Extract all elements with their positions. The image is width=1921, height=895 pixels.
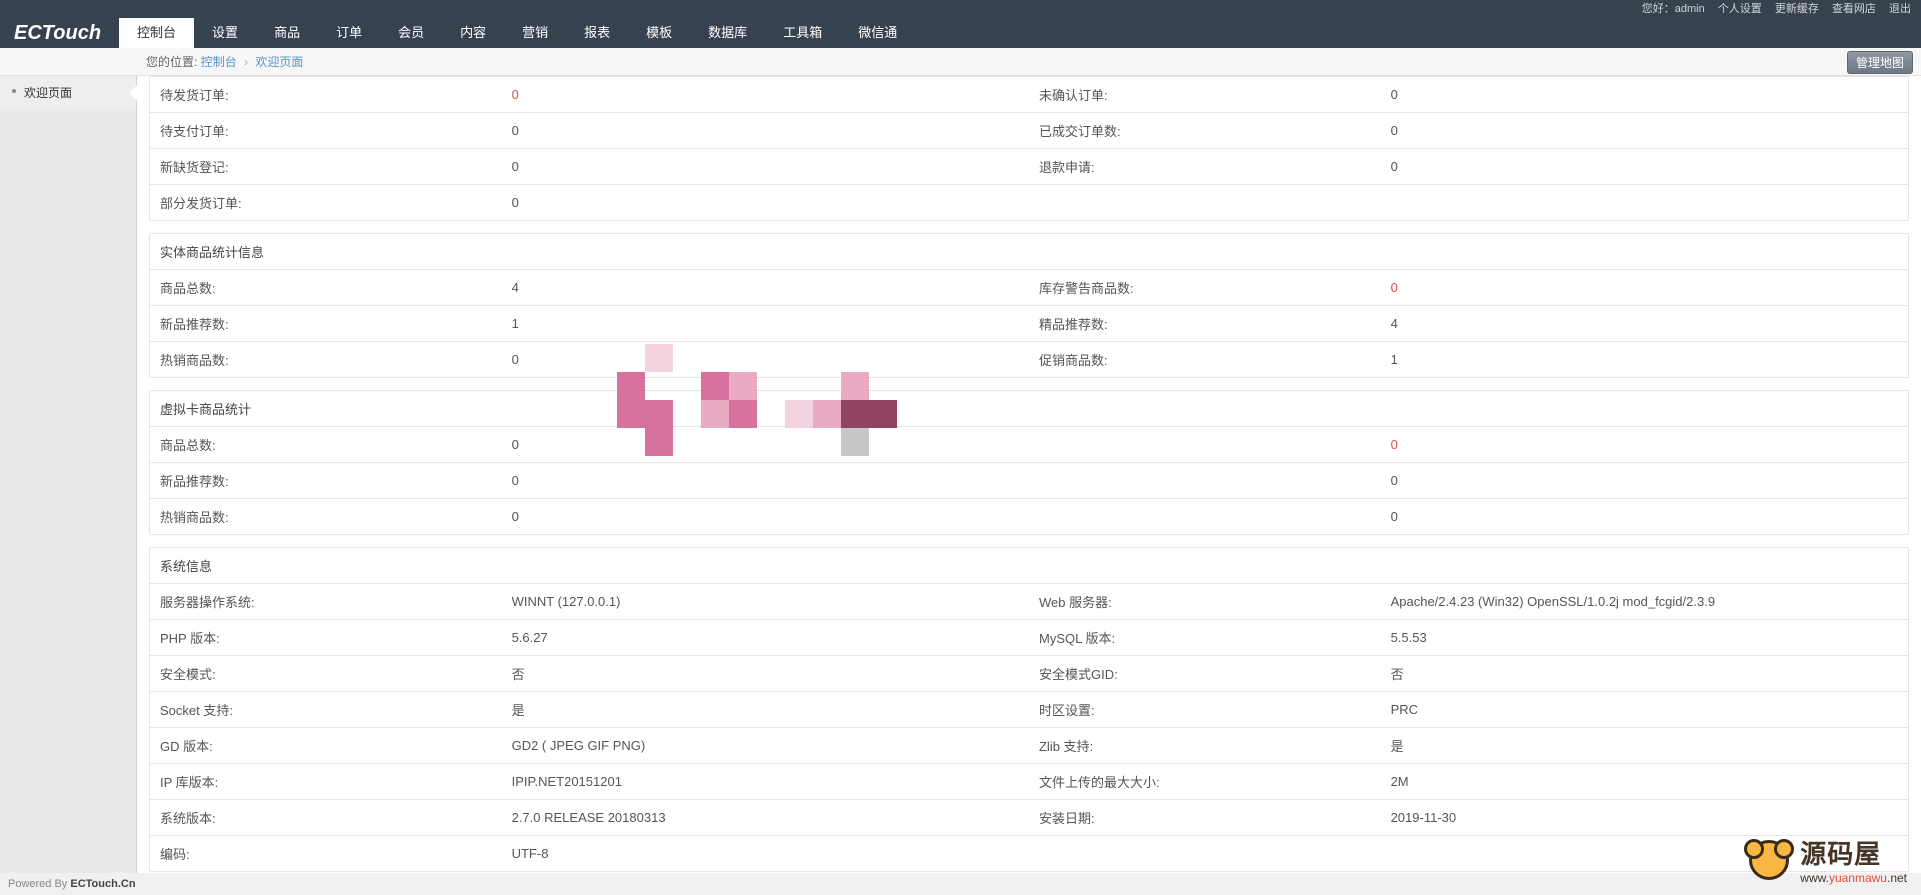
table-row: 新品推荐数: 0 0 (150, 463, 1908, 499)
link-profile[interactable]: 个人设置 (1718, 3, 1762, 15)
top-utility-bar: 您好：admin 个人设置 更新缓存 查看网店 退出 (0, 0, 1921, 18)
tab-goods[interactable]: 商品 (256, 18, 318, 48)
tab-marketing[interactable]: 营销 (504, 18, 566, 48)
breadcrumb-prefix: 您的位置: (146, 55, 197, 69)
sidebar: 欢迎页面 (0, 76, 137, 873)
virtual-panel: 虚拟卡商品统计 商品总数: 0 0 新品推荐数: 0 0 热销商品数: 0 (149, 390, 1909, 535)
link-logout[interactable]: 退出 (1889, 3, 1911, 15)
cell-label: 未确认订单: (1029, 77, 1381, 113)
table-row: 新缺货登记: 0 退款申请: 0 (150, 149, 1908, 185)
breadcrumb-console[interactable]: 控制台 (201, 55, 237, 69)
main-content: 待发货订单: 0 未确认订单: 0 待支付订单: 0 已成交订单数: 0 新缺货… (137, 76, 1921, 873)
cell-value: 0 (502, 77, 1029, 113)
greeting: 您好：admin (1642, 3, 1705, 15)
tab-console[interactable]: 控制台 (119, 18, 194, 48)
footer: Powered By ECTouch.Cn (0, 873, 1921, 895)
table-row: 系统版本:2.7.0 RELEASE 20180313安装日期:2019-11-… (150, 800, 1908, 836)
table-row: 待发货订单: 0 未确认订单: 0 (150, 77, 1908, 113)
footer-brand[interactable]: ECTouch.Cn (70, 878, 135, 890)
panel-title: 实体商品统计信息 (150, 234, 1908, 269)
watermark-cn: 源码屋 (1800, 834, 1907, 871)
manage-map-button[interactable]: 管理地图 (1847, 51, 1913, 74)
link-view-shop[interactable]: 查看网店 (1832, 3, 1876, 15)
table-row: 热销商品数: 0 0 (150, 499, 1908, 535)
cell-label: 待发货订单: (150, 77, 502, 113)
table-row: PHP 版本:5.6.27MySQL 版本:5.5.53 (150, 620, 1908, 656)
sidebar-item-label: 欢迎页面 (24, 86, 72, 100)
table-row: 待支付订单: 0 已成交订单数: 0 (150, 113, 1908, 149)
link-cache[interactable]: 更新缓存 (1775, 3, 1819, 15)
tab-settings[interactable]: 设置 (194, 18, 256, 48)
table-row: 商品总数: 4 库存警告商品数: 0 (150, 270, 1908, 306)
watermark-en: www.yuanmawu.net (1800, 871, 1907, 885)
table-row: 新品推荐数: 1 精品推荐数: 4 (150, 306, 1908, 342)
tab-orders[interactable]: 订单 (318, 18, 380, 48)
virtual-table: 商品总数: 0 0 新品推荐数: 0 0 热销商品数: 0 0 (150, 426, 1908, 534)
tab-wechat[interactable]: 微信通 (840, 18, 915, 48)
panel-title: 虚拟卡商品统计 (150, 391, 1908, 426)
sidebar-item-welcome[interactable]: 欢迎页面 (0, 76, 136, 109)
orders-panel: 待发货订单: 0 未确认订单: 0 待支付订单: 0 已成交订单数: 0 新缺货… (149, 76, 1909, 221)
main-nav: ECTouch 控制台 设置 商品 订单 会员 内容 营销 报表 模板 数据库 … (0, 18, 1921, 48)
table-row: 安全模式:否安全模式GID:否 (150, 656, 1908, 692)
tab-tools[interactable]: 工具箱 (765, 18, 840, 48)
breadcrumb-bar: 您的位置: 控制台 › 欢迎页面 管理地图 (0, 48, 1921, 76)
table-row: 服务器操作系统:WINNT (127.0.0.1)Web 服务器:Apache/… (150, 584, 1908, 620)
orders-table: 待发货订单: 0 未确认订单: 0 待支付订单: 0 已成交订单数: 0 新缺货… (150, 76, 1908, 220)
footer-text: Powered By (8, 878, 70, 890)
table-row: 编码:UTF-8 (150, 836, 1908, 872)
tab-content[interactable]: 内容 (442, 18, 504, 48)
physical-table: 商品总数: 4 库存警告商品数: 0 新品推荐数: 1 精品推荐数: 4 热销商… (150, 269, 1908, 377)
table-row: 热销商品数: 0 促销商品数: 1 (150, 342, 1908, 378)
breadcrumb-welcome[interactable]: 欢迎页面 (255, 55, 303, 69)
system-panel: 系统信息 服务器操作系统:WINNT (127.0.0.1)Web 服务器:Ap… (149, 547, 1909, 872)
table-row: GD 版本:GD2 ( JPEG GIF PNG)Zlib 支持:是 (150, 728, 1908, 764)
system-table: 服务器操作系统:WINNT (127.0.0.1)Web 服务器:Apache/… (150, 583, 1908, 871)
monkey-icon (1749, 840, 1789, 880)
panel-title: 系统信息 (150, 548, 1908, 583)
table-row: Socket 支持:是时区设置:PRC (150, 692, 1908, 728)
cell-value: 0 (1381, 77, 1908, 113)
logo: ECTouch (14, 22, 101, 45)
tab-templates[interactable]: 模板 (628, 18, 690, 48)
physical-panel: 实体商品统计信息 商品总数: 4 库存警告商品数: 0 新品推荐数: 1 精品推… (149, 233, 1909, 378)
table-row: 商品总数: 0 0 (150, 427, 1908, 463)
table-row: IP 库版本:IPIP.NET20151201文件上传的最大大小:2M (150, 764, 1908, 800)
tab-members[interactable]: 会员 (380, 18, 442, 48)
breadcrumb: 您的位置: 控制台 › 欢迎页面 (146, 53, 303, 70)
table-row: 部分发货订单: 0 (150, 185, 1908, 221)
chevron-right-icon: › (244, 55, 248, 69)
site-watermark: 源码屋 www.yuanmawu.net (1749, 834, 1907, 885)
tab-database[interactable]: 数据库 (690, 18, 765, 48)
tab-reports[interactable]: 报表 (566, 18, 628, 48)
nav-tabs: 控制台 设置 商品 订单 会员 内容 营销 报表 模板 数据库 工具箱 微信通 (119, 18, 915, 48)
